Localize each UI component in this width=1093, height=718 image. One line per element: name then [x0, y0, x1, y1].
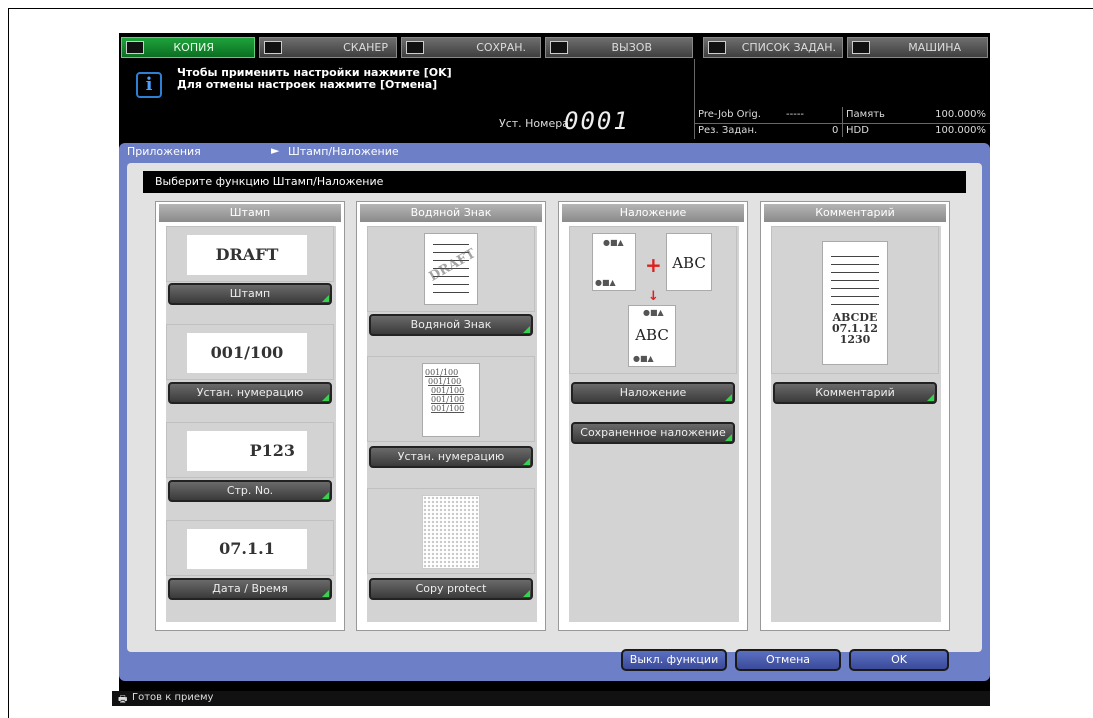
- job-list-icon: [708, 41, 726, 54]
- status-text: Готов к приему: [132, 692, 214, 703]
- plus-icon: +: [645, 253, 662, 277]
- tab-recall[interactable]: ВЫЗОВ: [545, 37, 693, 58]
- hdd-label: HDD: [846, 125, 869, 136]
- panel-title: Выберите функцию Штамп/Наложение: [143, 171, 966, 193]
- tab-scanner[interactable]: СКАНЕР: [259, 37, 397, 58]
- status-row-1: Pre-Job Orig. ----- Память 100.000%: [694, 107, 990, 137]
- cancel-button[interactable]: Отмена: [735, 649, 841, 671]
- ok-button[interactable]: OK: [849, 649, 949, 671]
- stamp-header: Штамп: [159, 204, 341, 222]
- numbering-watermark-page: 001/100 001/100 001/100 001/100 001/100: [422, 363, 480, 437]
- recall-icon: [550, 41, 568, 54]
- date-time-button[interactable]: Дата / Время: [168, 578, 332, 600]
- printer-icon: 🖶: [118, 694, 128, 705]
- stamp-button[interactable]: Штамп: [168, 283, 332, 305]
- watermark-header: Водяной Знак: [360, 204, 542, 222]
- function-panel: Выберите функцию Штамп/Наложение Штамп D…: [127, 163, 982, 652]
- hdd-value: 100.000%: [935, 125, 986, 136]
- overlay-column: Наложение ●■▲ ●■▲ + ABC ↓ ●■▲ ABC ●■▲ На…: [558, 201, 748, 631]
- status-row-2: Рез. Задан. 0 HDD 100.000%: [694, 125, 990, 139]
- message-line-2: Для отмены настроек нажмите [Отмена]: [177, 78, 438, 91]
- tab-save-label: СОХРАН.: [476, 41, 526, 54]
- draft-preview: DRAFT: [166, 226, 334, 282]
- saved-overlay-button[interactable]: Сохраненное наложение: [571, 422, 735, 444]
- main-panel: Приложения ► Штамп/Наложение Выберите фу…: [119, 143, 990, 681]
- page-number-card: P123: [187, 431, 307, 471]
- comment-column: Комментарий ABCDE 07.1.12 1230 Комментар…: [760, 201, 950, 631]
- watermark-page: DRAFT: [424, 233, 478, 305]
- res-value: 0: [832, 125, 839, 136]
- arrow-down-icon: ↓: [648, 289, 659, 304]
- overlay-preview: ●■▲ ●■▲ + ABC ↓ ●■▲ ABC ●■▲: [569, 226, 737, 374]
- comment-button[interactable]: Комментарий: [773, 382, 937, 404]
- machine-icon: [852, 41, 870, 54]
- mode-tabs: КОПИЯ СКАНЕР СОХРАН. ВЫЗОВ СПИСОК ЗАДАН.…: [119, 33, 990, 59]
- comment-page: ABCDE 07.1.12 1230: [822, 241, 888, 365]
- instruction-message: Чтобы применить настройки нажмите [OK] Д…: [177, 67, 452, 91]
- comment-text: ABCDE 07.1.12 1230: [832, 311, 878, 346]
- stamp-body: DRAFT Штамп 001/100 Устан. нумерацию P12…: [166, 226, 336, 622]
- prejob-value: -----: [786, 109, 805, 120]
- info-icon: i: [136, 72, 162, 98]
- tab-recall-label: ВЫЗОВ: [611, 41, 652, 54]
- tab-copy-label: КОПИЯ: [173, 41, 214, 54]
- watermark-numbering-button[interactable]: Устан. нумерацию: [369, 446, 533, 468]
- overlay-body: ●■▲ ●■▲ + ABC ↓ ●■▲ ABC ●■▲ Наложение Со…: [569, 226, 739, 622]
- draft-card: DRAFT: [187, 235, 307, 275]
- breadcrumb-stamp-overlay: Штамп/Наложение: [288, 145, 399, 158]
- status-bar: 🖶 Готов к приему: [112, 691, 990, 706]
- overlay-result-text: ABC: [635, 326, 669, 344]
- watermark-button[interactable]: Водяной Знак: [369, 314, 533, 336]
- tab-scanner-label: СКАНЕР: [343, 41, 388, 54]
- watermark-preview: DRAFT: [367, 226, 535, 312]
- memory-value: 100.000%: [935, 109, 986, 120]
- overlay-result-page: ●■▲ ABC ●■▲: [628, 305, 676, 367]
- copy-protect-pattern: [422, 495, 480, 569]
- date-time-card: 07.1.1: [187, 529, 307, 569]
- comment-header: Комментарий: [764, 204, 946, 222]
- save-icon: [406, 41, 424, 54]
- tab-copy[interactable]: КОПИЯ: [121, 37, 255, 58]
- tab-job-list[interactable]: СПИСОК ЗАДАН.: [703, 37, 843, 58]
- overlay-page-shapes: ●■▲ ●■▲: [592, 233, 636, 291]
- tab-machine-label: МАШИНА: [908, 41, 961, 54]
- watermark-column: Водяной Знак DRAFT Водяной Знак 001/100 …: [356, 201, 546, 631]
- page-number-preview: P123: [166, 422, 334, 478]
- res-label: Рез. Задан.: [698, 125, 758, 136]
- numbering-watermark-preview: 001/100 001/100 001/100 001/100 001/100: [367, 356, 535, 442]
- prejob-label: Pre-Job Orig.: [698, 109, 761, 120]
- numbering-preview: 001/100: [166, 324, 334, 380]
- comment-preview: ABCDE 07.1.12 1230: [771, 226, 939, 374]
- breadcrumb: Приложения ► Штамп/Наложение: [119, 143, 990, 163]
- function-off-button[interactable]: Выкл. функции: [621, 649, 727, 671]
- control-panel-screen: КОПИЯ СКАНЕР СОХРАН. ВЫЗОВ СПИСОК ЗАДАН.…: [119, 33, 990, 691]
- tab-save[interactable]: СОХРАН.: [401, 37, 541, 58]
- overlay-page-text: ABC: [666, 233, 712, 291]
- watermark-body: DRAFT Водяной Знак 001/100 001/100 001/1…: [367, 226, 537, 622]
- set-number-label: Уст. Номера: [499, 117, 569, 130]
- tab-job-list-label: СПИСОК ЗАДАН.: [741, 41, 836, 54]
- set-number-value: 0001: [564, 107, 630, 135]
- tab-machine[interactable]: МАШИНА: [847, 37, 988, 58]
- overlay-button[interactable]: Наложение: [571, 382, 735, 404]
- info-area: i Чтобы применить настройки нажмите [OK]…: [119, 59, 990, 139]
- copy-icon: [126, 41, 144, 54]
- overlay-header: Наложение: [562, 204, 744, 222]
- copy-protect-button[interactable]: Copy protect: [369, 578, 533, 600]
- date-time-preview: 07.1.1: [166, 520, 334, 576]
- memory-label: Память: [846, 109, 885, 120]
- comment-body: ABCDE 07.1.12 1230 Комментарий: [771, 226, 941, 622]
- breadcrumb-arrow-icon: ►: [271, 144, 280, 157]
- stamp-column: Штамп DRAFT Штамп 001/100 Устан. нумерац…: [155, 201, 345, 631]
- copy-protect-preview: [367, 488, 535, 574]
- breadcrumb-applications[interactable]: Приложения: [127, 145, 201, 158]
- stamp-numbering-button[interactable]: Устан. нумерацию: [168, 382, 332, 404]
- page-number-button[interactable]: Стр. No.: [168, 480, 332, 502]
- scanner-icon: [264, 41, 282, 54]
- divider: [694, 123, 990, 124]
- numbering-card: 001/100: [187, 333, 307, 373]
